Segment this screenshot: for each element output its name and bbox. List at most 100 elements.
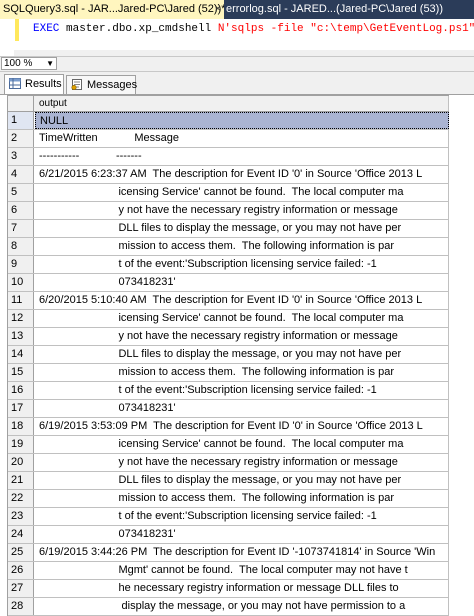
output-cell[interactable]: ----------- ------- — [35, 148, 449, 165]
row-number[interactable]: 28 — [8, 598, 34, 615]
table-row[interactable]: 16 t of the event:'Subscription licensin… — [8, 382, 449, 400]
editor-horizontal-scrollbar[interactable] — [14, 50, 474, 56]
table-row[interactable]: 13 y not have the necessary registry inf… — [8, 328, 449, 346]
output-cell[interactable]: NULL — [35, 112, 449, 129]
row-number-header[interactable] — [8, 96, 34, 111]
row-number[interactable]: 26 — [8, 562, 34, 579]
output-cell[interactable]: icensing Service' cannot be found. The l… — [35, 310, 449, 327]
column-header-output[interactable]: output — [35, 96, 449, 111]
row-number[interactable]: 16 — [8, 382, 34, 399]
row-number[interactable]: 25 — [8, 544, 34, 561]
output-cell[interactable]: 6/21/2015 6:23:37 AM The description for… — [35, 166, 449, 183]
row-number[interactable]: 2 — [8, 130, 34, 147]
output-cell[interactable]: 073418231' — [35, 526, 449, 543]
table-row[interactable]: 9 t of the event:'Subscription licensing… — [8, 256, 449, 274]
table-row[interactable]: 14 DLL files to display the message, or … — [8, 346, 449, 364]
table-row[interactable]: 19 icensing Service' cannot be found. Th… — [8, 436, 449, 454]
code-line-1[interactable]: EXEC master.dbo.xp_cmdshell N'sqlps -fil… — [33, 23, 474, 35]
output-cell[interactable]: DLL files to display the message, or you… — [35, 220, 449, 237]
change-indicator — [15, 19, 19, 41]
table-row[interactable]: 25 6/19/2015 3:44:26 PM The description f… — [8, 544, 449, 562]
row-number[interactable]: 11 — [8, 292, 34, 309]
output-cell[interactable]: 073418231' — [35, 274, 449, 291]
tab-sqlquery3[interactable]: SQLQuery3.sql - JAR...Jared-PC\Jared (52… — [0, 0, 224, 19]
row-number[interactable]: 8 — [8, 238, 34, 255]
table-row[interactable]: 1 NULL — [8, 112, 449, 130]
row-number[interactable]: 1 — [8, 112, 34, 129]
code-object: master.dbo.xp_cmdshell — [59, 23, 212, 35]
output-cell[interactable]: mission to access them. The following in… — [35, 364, 449, 381]
table-row[interactable]: 26 Mgmt' cannot be found. The local comp… — [8, 562, 449, 580]
output-cell[interactable]: t of the event:'Subscription licensing s… — [35, 382, 449, 399]
table-row[interactable]: 11 6/20/2015 5:10:40 AM The description f… — [8, 292, 449, 310]
table-row[interactable]: 12 icensing Service' cannot be found. Th… — [8, 310, 449, 328]
tab-results[interactable]: Results — [4, 74, 64, 94]
output-cell[interactable]: 6/19/2015 3:53:09 PM The description for… — [35, 418, 449, 435]
output-cell[interactable]: y not have the necessary registry inform… — [35, 454, 449, 471]
row-number[interactable]: 24 — [8, 526, 34, 543]
row-number[interactable]: 13 — [8, 328, 34, 345]
table-row[interactable]: 17 073418231' — [8, 400, 449, 418]
row-number[interactable]: 4 — [8, 166, 34, 183]
row-number[interactable]: 6 — [8, 202, 34, 219]
table-row[interactable]: 28 display the message, or you may not h… — [8, 598, 449, 616]
row-number[interactable]: 9 — [8, 256, 34, 273]
row-number[interactable]: 17 — [8, 400, 34, 417]
row-number[interactable]: 22 — [8, 490, 34, 507]
output-cell[interactable]: y not have the necessary registry inform… — [35, 202, 449, 219]
zoom-value: 100 % — [4, 58, 33, 69]
tab-errorlog[interactable]: errorlog.sql - JARED...(Jared-PC\Jared (… — [224, 0, 474, 19]
output-cell[interactable]: 073418231' — [35, 400, 449, 417]
output-cell[interactable]: DLL files to display the message, or you… — [35, 346, 449, 363]
table-row[interactable]: 24 073418231' — [8, 526, 449, 544]
code-keyword: EXEC — [33, 23, 60, 35]
output-cell[interactable]: TimeWritten Message — [35, 130, 449, 147]
messages-icon — [71, 79, 82, 90]
row-number[interactable]: 23 — [8, 508, 34, 525]
row-number[interactable]: 21 — [8, 472, 34, 489]
output-cell[interactable]: 6/20/2015 5:10:40 AM The description for… — [35, 292, 449, 309]
table-row[interactable]: 18 6/19/2015 3:53:09 PM The description f… — [8, 418, 449, 436]
output-cell[interactable]: 6/19/2015 3:44:26 PM The description for… — [35, 544, 449, 561]
table-row[interactable]: 4 6/21/2015 6:23:37 AM The description fo… — [8, 166, 449, 184]
table-row[interactable]: 5 icensing Service' cannot be found. The… — [8, 184, 449, 202]
table-row[interactable]: 2 TimeWritten Message — [8, 130, 449, 148]
zoom-select[interactable]: 100 % ▼ — [1, 57, 57, 70]
output-cell[interactable]: mission to access them. The following in… — [35, 238, 449, 255]
output-cell[interactable]: display the message, or you may not have… — [35, 598, 449, 615]
row-number[interactable]: 20 — [8, 454, 34, 471]
table-row[interactable]: 8 mission to access them. The following … — [8, 238, 449, 256]
table-row[interactable]: 10 073418231' — [8, 274, 449, 292]
row-number[interactable]: 19 — [8, 436, 34, 453]
row-number[interactable]: 18 — [8, 418, 34, 435]
output-cell[interactable]: t of the event:'Subscription licensing s… — [35, 508, 449, 525]
table-row[interactable]: 7 DLL files to display the message, or y… — [8, 220, 449, 238]
close-icon[interactable]: × — [215, 0, 221, 19]
table-row[interactable]: 23 t of the event:'Subscription licensin… — [8, 508, 449, 526]
tab-messages[interactable]: Messages — [66, 75, 137, 94]
output-cell[interactable]: DLL files to display the message, or you… — [35, 472, 449, 489]
results-grid[interactable]: output 1 NULL 2 TimeWritten Message 3 -------… — [7, 95, 449, 616]
output-cell[interactable]: t of the event:'Subscription licensing s… — [35, 256, 449, 273]
output-cell[interactable]: Mgmt' cannot be found. The local compute… — [35, 562, 449, 579]
row-number[interactable]: 10 — [8, 274, 34, 291]
dropdown-arrow-icon[interactable]: ▼ — [46, 58, 54, 69]
output-cell[interactable]: mission to access them. The following in… — [35, 490, 449, 507]
row-number[interactable]: 5 — [8, 184, 34, 201]
output-cell[interactable]: icensing Service' cannot be found. The l… — [35, 436, 449, 453]
table-row[interactable]: 3 ----------- ------- — [8, 148, 449, 166]
output-cell[interactable]: y not have the necessary registry inform… — [35, 328, 449, 345]
row-number[interactable]: 7 — [8, 220, 34, 237]
row-number[interactable]: 14 — [8, 346, 34, 363]
query-editor[interactable]: EXEC master.dbo.xp_cmdshell N'sqlps -fil… — [0, 19, 474, 57]
zoom-bar: 100 % ▼ — [0, 57, 474, 72]
row-number[interactable]: 15 — [8, 364, 34, 381]
row-number[interactable]: 12 — [8, 310, 34, 327]
output-cell[interactable]: icensing Service' cannot be found. The l… — [35, 184, 449, 201]
row-number[interactable]: 3 — [8, 148, 34, 165]
table-row[interactable]: 20 y not have the necessary registry inf… — [8, 454, 449, 472]
table-row[interactable]: 15 mission to access them. The following… — [8, 364, 449, 382]
table-row[interactable]: 6 y not have the necessary registry info… — [8, 202, 449, 220]
table-row[interactable]: 22 mission to access them. The following… — [8, 490, 449, 508]
table-row[interactable]: 21 DLL files to display the message, or … — [8, 472, 449, 490]
